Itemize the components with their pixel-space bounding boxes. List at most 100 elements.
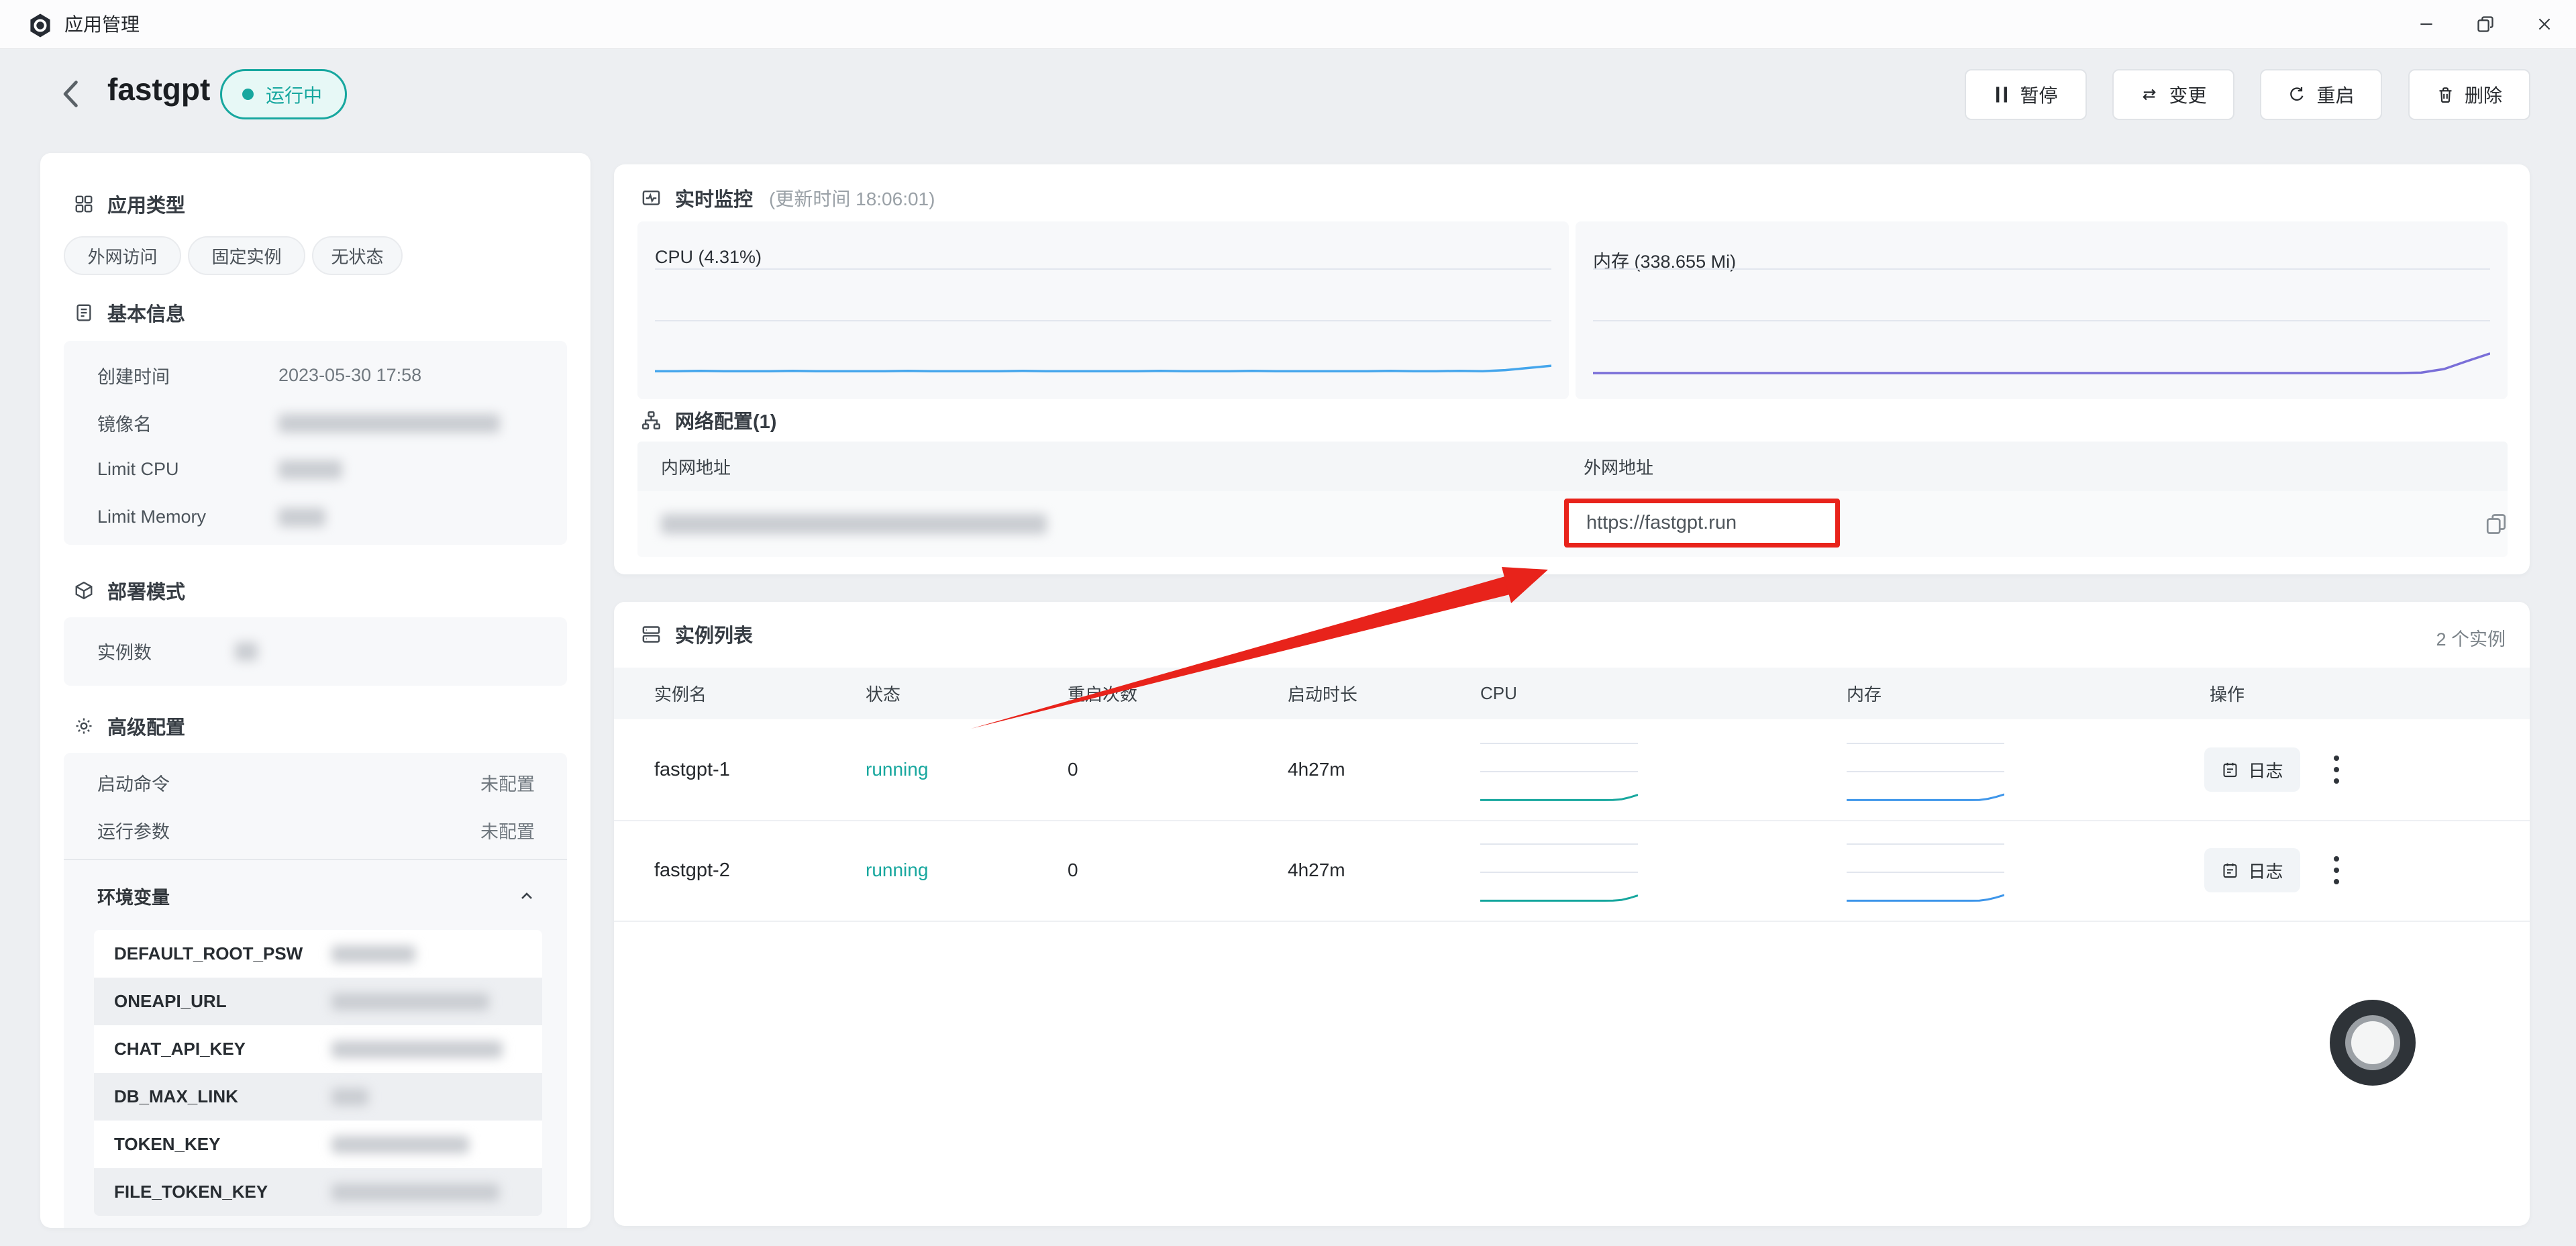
redacted-value — [331, 1184, 499, 1201]
col-cpu: CPU — [1480, 668, 1517, 719]
server-list-icon — [641, 624, 662, 645]
logs-button[interactable]: 日志 — [2204, 848, 2300, 892]
section-deploy-mode: 部署模式 — [74, 580, 185, 601]
close-button[interactable] — [2526, 8, 2563, 40]
env-key: DB_MAX_LINK — [94, 1086, 315, 1107]
document-icon — [74, 303, 94, 323]
col-external-address: 外网地址 — [1584, 442, 1653, 491]
external-url-text[interactable]: https://fastgpt.run — [1586, 512, 1737, 534]
status-badge: 运行中 — [220, 69, 347, 119]
info-row-start-command: 启动命令 未配置 — [64, 759, 567, 807]
redacted-value — [278, 414, 500, 433]
app-logo-icon — [28, 13, 52, 38]
gear-icon — [74, 716, 94, 736]
env-vars-toggle[interactable]: 环境变量 — [64, 872, 567, 920]
advanced-config-block: 启动命令 未配置 运行参数 未配置 环境变量 DEFAULT_ROOT_PSW … — [64, 753, 567, 1228]
delete-button[interactable]: 删除 — [2408, 69, 2530, 120]
section-deploy-mode-title: 部署模式 — [107, 576, 185, 605]
app-type-tags: 外网访问 固定实例 无状态 — [40, 236, 590, 275]
env-row: CHAT_API_KEY — [94, 1025, 542, 1073]
log-icon — [2221, 761, 2239, 779]
instance-status: running — [866, 820, 928, 921]
env-key: TOKEN_KEY — [94, 1134, 315, 1155]
instance-memory-sparkline — [1847, 743, 2004, 807]
row-menu-button[interactable] — [2322, 848, 2351, 892]
delete-button-label: 删除 — [2465, 81, 2502, 108]
env-row: DEFAULT_ROOT_PSW — [94, 930, 542, 978]
external-url-box[interactable]: https://fastgpt.run — [1564, 499, 1840, 548]
row-menu-button[interactable] — [2322, 747, 2351, 792]
section-basic-info-title: 基本信息 — [107, 299, 185, 327]
info-row-image: 镜像名 — [64, 399, 567, 447]
logs-button-label: 日志 — [2248, 758, 2283, 782]
instance-uptime: 4h27m — [1288, 820, 1345, 921]
info-label: 实例数 — [97, 638, 152, 664]
info-row-limit-cpu: Limit CPU — [64, 446, 567, 493]
section-app-type: 应用类型 — [74, 193, 185, 215]
cursor-highlight — [2330, 1000, 2416, 1086]
tag-fixed-instance: 固定实例 — [188, 236, 305, 275]
instance-memory-sparkline — [1847, 843, 2004, 907]
network-icon — [641, 410, 662, 431]
instance-status: running — [866, 719, 928, 820]
env-vars-table: DEFAULT_ROOT_PSW ONEAPI_URL CHAT_API_KEY… — [94, 930, 542, 1216]
col-restarts: 重启次数 — [1068, 668, 1137, 719]
section-realtime-monitor: 实时监控 (更新时间 18:06:01) — [641, 187, 935, 209]
monitor-network-panel: 实时监控 (更新时间 18:06:01) CPU (4.31%) 内存 (338… — [614, 164, 2530, 574]
status-badge-label: 运行中 — [266, 81, 322, 108]
trash-icon — [2436, 86, 2455, 104]
copy-icon[interactable] — [2484, 512, 2508, 536]
cpu-chart-label: CPU (4.31%) — [655, 247, 762, 268]
info-label: 启动命令 — [97, 770, 170, 796]
section-basic-info: 基本信息 — [74, 302, 185, 323]
info-label: Limit CPU — [97, 459, 179, 480]
change-button-label: 变更 — [2169, 81, 2206, 108]
section-advanced-config: 高级配置 — [74, 715, 185, 737]
col-actions: 操作 — [2210, 668, 2245, 719]
env-row: ONEAPI_URL — [94, 978, 542, 1025]
instance-name: fastgpt-1 — [654, 719, 730, 820]
memory-chart: 内存 (338.655 Mi) — [1576, 221, 2508, 399]
section-instance-list-title: 实例列表 — [675, 620, 753, 648]
section-app-type-title: 应用类型 — [107, 190, 185, 218]
change-button[interactable]: 变更 — [2112, 69, 2234, 120]
redacted-value — [235, 642, 258, 661]
cube-icon — [74, 580, 94, 601]
logs-button[interactable]: 日志 — [2204, 747, 2300, 792]
env-row: TOKEN_KEY — [94, 1121, 542, 1168]
monitor-updated-time: (更新时间 18:06:01) — [769, 185, 935, 211]
log-icon — [2221, 862, 2239, 880]
page-title: fastgpt — [107, 71, 210, 107]
restart-button-label: 重启 — [2316, 81, 2354, 108]
restart-button[interactable]: 重启 — [2260, 69, 2382, 120]
info-row-run-params: 运行参数 未配置 — [64, 807, 567, 854]
info-label: Limit Memory — [97, 507, 206, 527]
grid-icon — [74, 194, 94, 214]
monitor-pulse-icon — [641, 188, 662, 209]
maximize-restore-button[interactable] — [2467, 8, 2504, 40]
info-row-limit-memory: Limit Memory — [64, 493, 567, 541]
tag-stateless: 无状态 — [312, 236, 403, 275]
info-label: 运行参数 — [97, 817, 170, 843]
env-row: DB_MAX_LINK — [94, 1073, 542, 1121]
chevron-up-icon[interactable] — [517, 887, 536, 906]
back-button[interactable] — [55, 75, 90, 113]
env-key: FILE_TOKEN_KEY — [94, 1182, 315, 1202]
pause-icon — [1994, 86, 2010, 103]
env-key: CHAT_API_KEY — [94, 1039, 315, 1059]
info-value: 未配置 — [480, 770, 535, 796]
pause-button[interactable]: 暂停 — [1965, 69, 2087, 120]
minimize-button[interactable] — [2408, 8, 2445, 40]
env-key: ONEAPI_URL — [94, 991, 315, 1012]
redacted-value — [331, 945, 415, 963]
window-titlebar: 应用管理 — [0, 0, 2576, 49]
col-status: 状态 — [866, 668, 900, 719]
instance-cpu-sparkline — [1480, 743, 1638, 807]
redacted-value — [278, 508, 325, 527]
col-uptime: 启动时长 — [1288, 668, 1357, 719]
instance-table-header: 实例名 状态 重启次数 启动时长 CPU 内存 操作 — [614, 668, 2530, 719]
env-row: FILE_TOKEN_KEY — [94, 1168, 542, 1216]
cpu-chart: CPU (4.31%) — [637, 221, 1569, 399]
pause-button-label: 暂停 — [2020, 81, 2057, 108]
section-realtime-monitor-title: 实时监控 — [675, 184, 753, 212]
